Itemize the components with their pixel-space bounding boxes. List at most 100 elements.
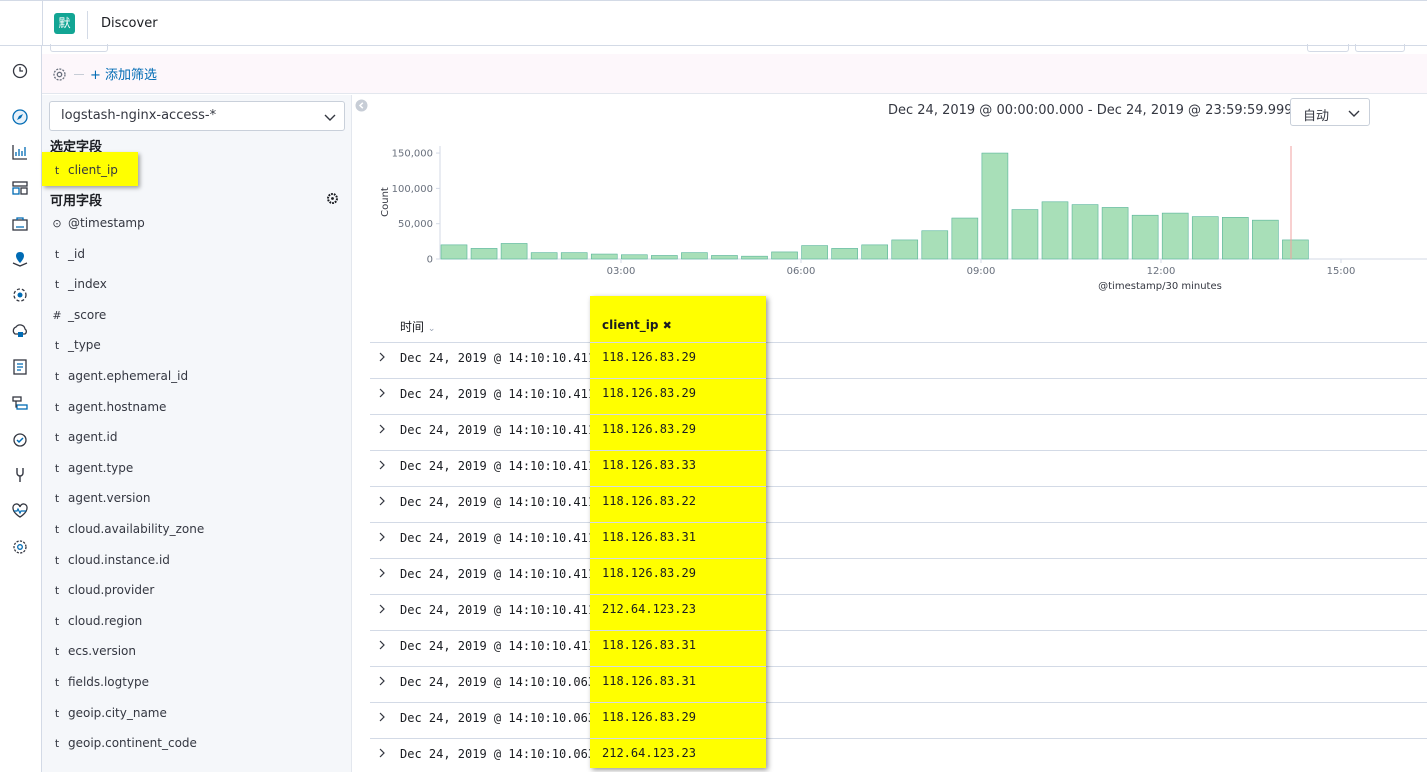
field-item[interactable]: t client_ip <box>42 160 342 184</box>
maps-icon[interactable] <box>11 250 29 268</box>
field-item[interactable]: t cloud.region <box>42 611 342 635</box>
field-item[interactable]: t _index <box>42 274 342 298</box>
field-item[interactable]: t cloud.availability_zone <box>42 519 342 543</box>
histogram-chart[interactable]: Count 0 50,000 100,000 150,000 03:00 06:00 09… <box>370 136 1427 296</box>
histogram-bar[interactable] <box>1011 209 1039 260</box>
expand-row-chevron-icon[interactable] <box>376 459 388 471</box>
histogram-bar[interactable] <box>440 244 468 260</box>
field-item[interactable]: t _id <box>42 244 342 268</box>
table-row[interactable]: Dec 24, 2019 @ 14:10:10.411 <box>370 522 1427 558</box>
histogram-bar[interactable] <box>1282 239 1309 260</box>
histogram-bar[interactable] <box>1041 201 1069 260</box>
client-ip-column-header[interactable]: client_ip ✖ <box>602 318 672 332</box>
expand-row-chevron-icon[interactable] <box>376 675 388 687</box>
table-row[interactable]: Dec 24, 2019 @ 14:10:10.411 <box>370 378 1427 414</box>
histogram-bar[interactable] <box>1101 207 1129 260</box>
query-language-switch[interactable] <box>50 44 108 52</box>
table-row[interactable]: Dec 24, 2019 @ 14:10:10.411 <box>370 450 1427 486</box>
histogram-bar[interactable] <box>530 252 558 260</box>
expand-row-chevron-icon[interactable] <box>376 531 388 543</box>
histogram-bar[interactable] <box>500 243 528 260</box>
logs-icon[interactable] <box>11 358 29 376</box>
expand-row-chevron-icon[interactable] <box>376 351 388 363</box>
field-item[interactable]: t agent.type <box>42 458 342 482</box>
management-gear-icon[interactable] <box>11 538 29 556</box>
histogram-bar[interactable] <box>921 230 949 260</box>
histogram-bar[interactable] <box>951 217 979 260</box>
dashboard-icon[interactable] <box>11 179 29 197</box>
table-row[interactable]: Dec 24, 2019 @ 14:10:10.063 <box>370 666 1427 702</box>
field-item[interactable]: t agent.version <box>42 488 342 512</box>
expand-row-chevron-icon[interactable] <box>376 387 388 399</box>
time-column-header[interactable]: 时间 ⌄ <box>400 318 435 335</box>
table-row[interactable]: Dec 24, 2019 @ 14:10:10.063 <box>370 702 1427 738</box>
field-item[interactable]: t fields.logtype <box>42 672 342 696</box>
expand-row-chevron-icon[interactable] <box>376 567 388 579</box>
expand-row-chevron-icon[interactable] <box>376 711 388 723</box>
histogram-bar[interactable] <box>741 255 768 260</box>
visualize-chart-icon[interactable] <box>11 143 29 161</box>
histogram-bar[interactable] <box>1221 217 1249 260</box>
expand-row-chevron-icon[interactable] <box>376 747 388 759</box>
interval-select[interactable]: 自动 <box>1290 98 1370 126</box>
expand-row-chevron-icon[interactable] <box>376 495 388 507</box>
field-item[interactable]: t ecs.version <box>42 641 342 665</box>
discover-compass-icon[interactable] <box>11 108 29 126</box>
histogram-bar[interactable] <box>861 244 889 260</box>
infrastructure-icon[interactable] <box>11 322 29 340</box>
canvas-icon[interactable] <box>11 215 29 233</box>
collapse-sidebar-icon[interactable] <box>355 99 368 112</box>
machine-learning-icon[interactable] <box>11 286 29 304</box>
table-row[interactable]: Dec 24, 2019 @ 14:10:10.063 <box>370 738 1427 772</box>
app-logo[interactable]: 默 <box>54 13 75 34</box>
histogram-bar[interactable] <box>560 252 588 260</box>
field-item[interactable]: ⊙ @timestamp <box>42 213 342 237</box>
histogram-bar[interactable] <box>681 252 708 260</box>
field-item[interactable]: t agent.ephemeral_id <box>42 366 342 390</box>
field-item[interactable]: t geoip.city_name <box>42 703 342 727</box>
field-item[interactable]: t agent.hostname <box>42 397 342 421</box>
histogram-bar[interactable] <box>831 248 858 260</box>
field-item[interactable]: t agent.id <box>42 427 342 451</box>
expand-row-chevron-icon[interactable] <box>376 639 388 651</box>
histogram-bar[interactable] <box>1161 212 1189 260</box>
histogram-bar[interactable] <box>1191 216 1219 260</box>
table-row[interactable]: Dec 24, 2019 @ 14:10:10.411 <box>370 342 1427 378</box>
histogram-bar[interactable] <box>1071 204 1099 260</box>
add-filter-button[interactable]: + 添加筛选 <box>90 64 157 83</box>
monitoring-heartbeat-icon[interactable] <box>11 502 29 520</box>
histogram-bar[interactable] <box>711 255 738 260</box>
filter-settings-gear-icon[interactable] <box>51 66 68 83</box>
uptime-icon[interactable] <box>11 430 29 448</box>
field-item[interactable]: t _type <box>42 335 342 359</box>
expand-row-chevron-icon[interactable] <box>376 423 388 435</box>
date-picker-button[interactable] <box>1307 44 1349 52</box>
dev-tools-icon[interactable] <box>11 466 29 484</box>
histogram-bar[interactable] <box>1252 219 1279 260</box>
field-item[interactable]: t geoip.continent_code <box>42 733 342 757</box>
histogram-bar[interactable] <box>1131 214 1159 260</box>
table-row[interactable]: Dec 24, 2019 @ 14:10:10.411 <box>370 594 1427 630</box>
histogram-bar[interactable] <box>651 255 678 260</box>
table-row[interactable]: Dec 24, 2019 @ 14:10:10.411 <box>370 414 1427 450</box>
histogram-bar[interactable] <box>981 152 1009 260</box>
recent-clock-icon[interactable] <box>11 62 29 80</box>
field-item[interactable]: t cloud.instance.id <box>42 550 342 574</box>
refresh-button[interactable] <box>1355 44 1405 52</box>
available-fields-gear-icon[interactable] <box>326 192 339 205</box>
remove-column-icon[interactable]: ✖ <box>663 319 672 332</box>
index-pattern-select[interactable]: logstash-nginx-access-* <box>49 101 345 131</box>
table-row[interactable]: Dec 24, 2019 @ 14:10:10.411 <box>370 558 1427 594</box>
apm-icon[interactable] <box>11 394 29 412</box>
histogram-bar[interactable] <box>590 253 618 260</box>
field-item[interactable]: t cloud.provider <box>42 580 342 604</box>
histogram-bar[interactable] <box>470 248 498 260</box>
histogram-bar[interactable] <box>801 245 828 260</box>
histogram-bar[interactable] <box>771 251 798 260</box>
histogram-bar[interactable] <box>891 239 919 260</box>
table-row[interactable]: Dec 24, 2019 @ 14:10:10.411 <box>370 630 1427 666</box>
table-row[interactable]: Dec 24, 2019 @ 14:10:10.411 <box>370 486 1427 522</box>
sort-arrow-icon[interactable]: ⌄ <box>428 324 436 334</box>
histogram-bar[interactable] <box>621 254 648 260</box>
field-item[interactable]: # _score <box>42 305 342 329</box>
